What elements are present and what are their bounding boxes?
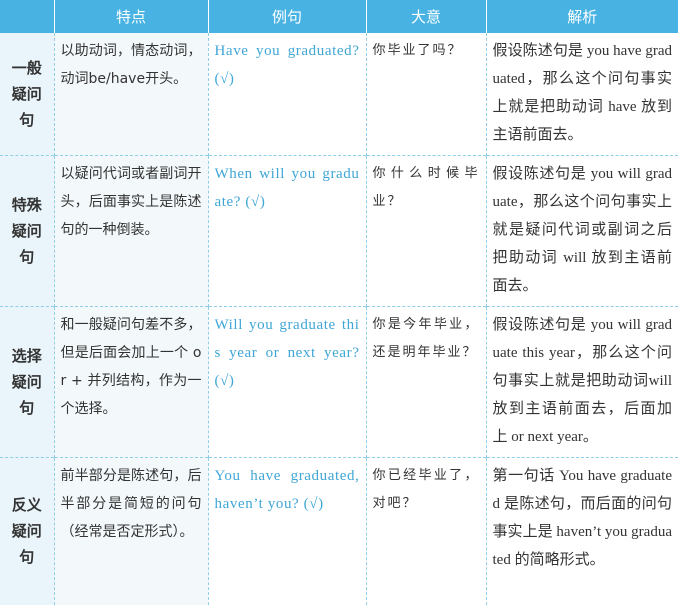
row-analysis: 假设陈述句是 you have graduated，那么这个问句事实上就是把助动… xyxy=(485,33,678,156)
row-example: You have graduated, haven’t you? (√) xyxy=(207,457,366,605)
row-type-label: 反义疑问句 xyxy=(0,457,54,605)
table-row: 特殊疑问句 以疑问代词或者副词开头，后面事实上是陈述句的一种倒装。 When w… xyxy=(0,155,678,307)
table-header-row: 特点 例句 大意 解析 xyxy=(0,0,678,33)
row-meaning: 你是今年毕业，还是明年毕业？ xyxy=(365,306,486,458)
row-type-label: 一般疑问句 xyxy=(0,33,54,156)
header-type xyxy=(0,0,54,33)
header-example: 例句 xyxy=(207,0,366,33)
row-meaning: 你已经毕业了，对吧？ xyxy=(365,457,486,605)
row-analysis: 假设陈述句是 you will graduate，那么这个问句事实上就是疑问代词… xyxy=(485,155,678,307)
row-feature: 以疑问代词或者副词开头，后面事实上是陈述句的一种倒装。 xyxy=(53,155,208,307)
row-meaning: 你毕业了吗？ xyxy=(365,33,486,156)
header-feature: 特点 xyxy=(53,0,208,33)
question-types-table: 特点 例句 大意 解析 一般疑问句 以助动词，情态动词，动词be/have开头。… xyxy=(0,0,678,605)
header-meaning: 大意 xyxy=(365,0,486,33)
row-analysis: 第一句话 You have graduated 是陈述句，而后面的问句事实上是 … xyxy=(485,457,678,605)
row-analysis: 假设陈述句是 you will graduate this year，那么这个问… xyxy=(485,306,678,458)
row-type-label: 选择疑问句 xyxy=(0,306,54,458)
table-row: 选择疑问句 和一般疑问句差不多，但是后面会加上一个 or + 并列结构，作为一个… xyxy=(0,306,678,458)
table-row: 反义疑问句 前半部分是陈述句，后半部分是简短的问句（经常是否定形式）。 You … xyxy=(0,457,678,605)
row-feature: 以助动词，情态动词，动词be/have开头。 xyxy=(53,33,208,156)
row-feature: 前半部分是陈述句，后半部分是简短的问句（经常是否定形式）。 xyxy=(53,457,208,605)
row-meaning: 你什么时候毕业？ xyxy=(365,155,486,307)
row-example: When will you graduate? (√) xyxy=(207,155,366,307)
row-example: Will you graduate this year or next year… xyxy=(207,306,366,458)
row-type-label: 特殊疑问句 xyxy=(0,155,54,307)
table-row: 一般疑问句 以助动词，情态动词，动词be/have开头。 Have you gr… xyxy=(0,33,678,156)
row-feature: 和一般疑问句差不多，但是后面会加上一个 or + 并列结构，作为一个选择。 xyxy=(53,306,208,458)
row-example: Have you graduated? (√) xyxy=(207,33,366,156)
header-analysis: 解析 xyxy=(485,0,678,33)
